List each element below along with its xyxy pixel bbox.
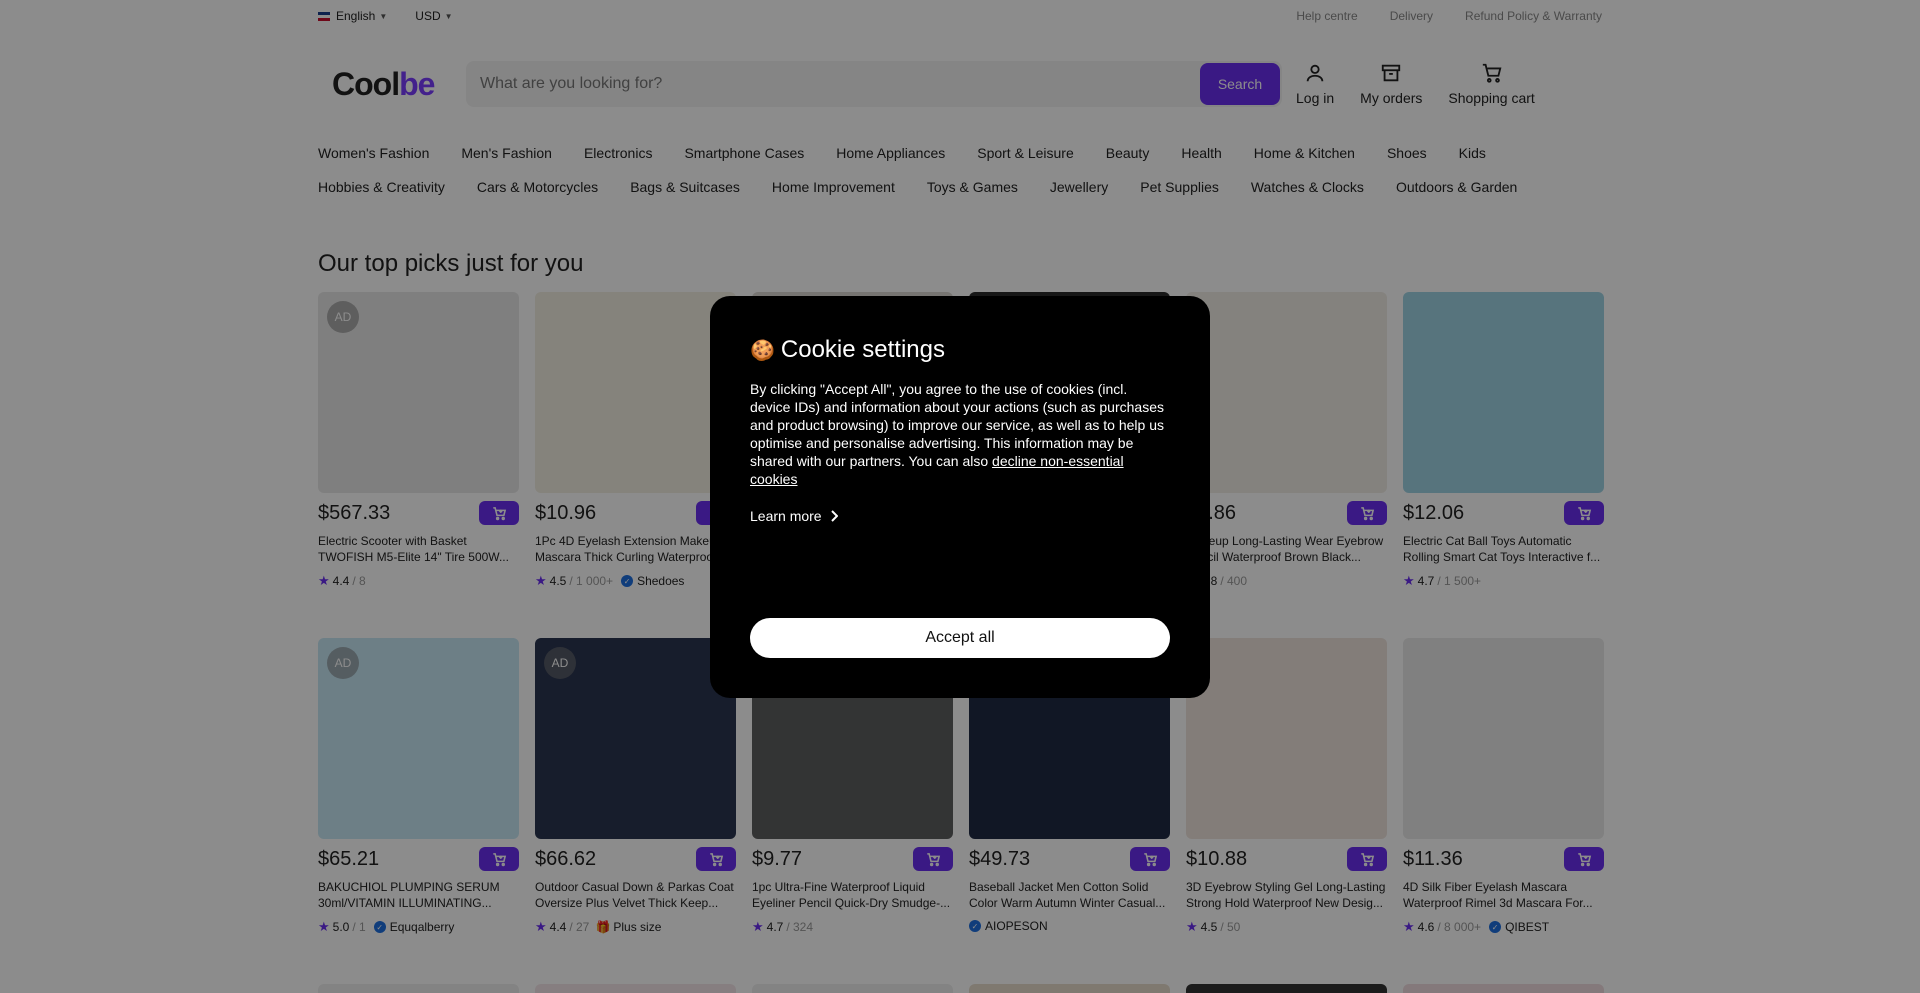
accept-all-button[interactable]: Accept all	[750, 618, 1170, 658]
cookie-dialog: 🍪 Cookie settings By clicking "Accept All…	[710, 296, 1210, 698]
cookie-title: 🍪 Cookie settings	[750, 336, 1170, 364]
chevron-right-icon	[830, 510, 838, 522]
cookie-text: By clicking "Accept All", you agree to t…	[750, 380, 1170, 488]
cookie-title-text: Cookie settings	[780, 336, 945, 363]
learn-more-link[interactable]: Learn more	[750, 508, 1170, 524]
cookie-icon: 🍪	[750, 339, 775, 362]
learn-more-label: Learn more	[750, 508, 822, 524]
